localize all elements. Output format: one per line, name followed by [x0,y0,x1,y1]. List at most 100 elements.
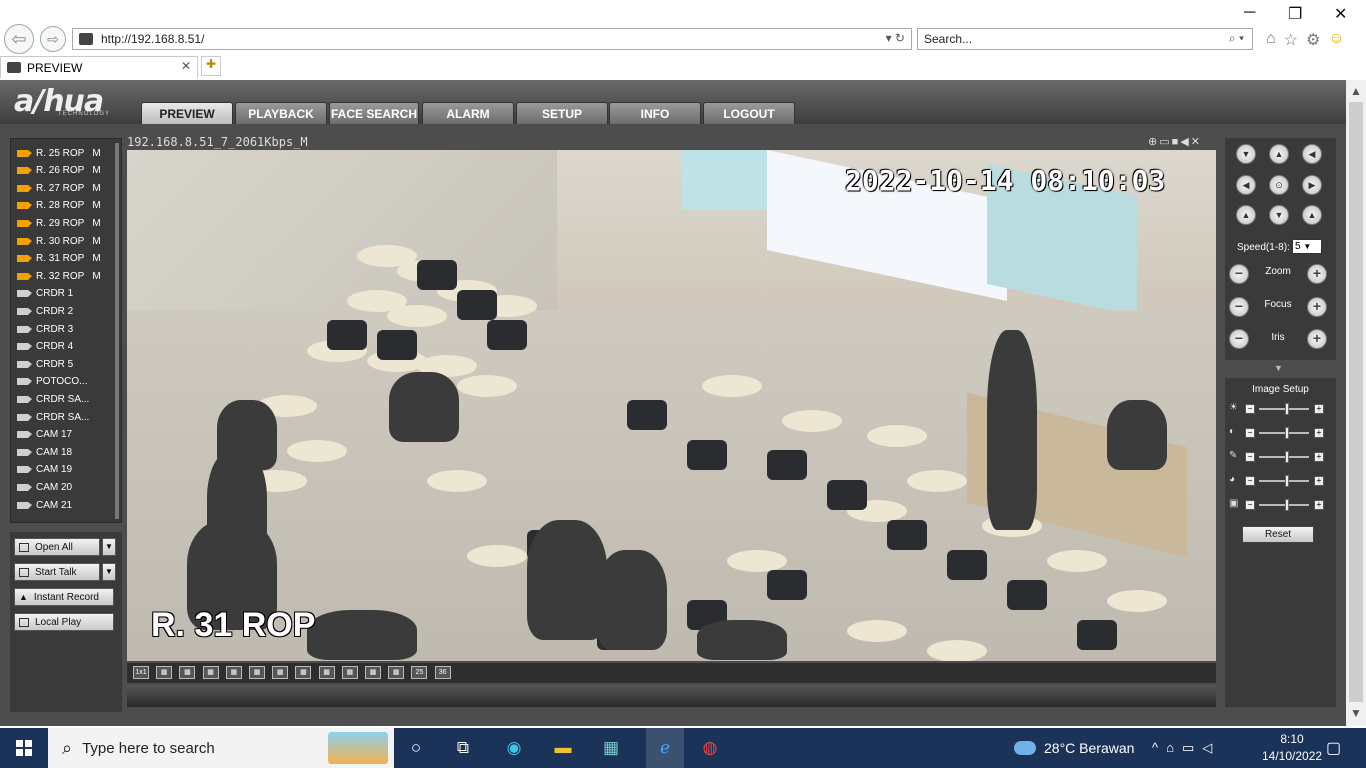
chrome-icon[interactable]: ◍ [698,736,722,760]
camera-item[interactable]: CRDR SA... [17,391,89,407]
ptz-up-right-button[interactable]: ◀ [1302,144,1322,164]
taskbar-clock[interactable]: 8:10 14/10/2022 [1262,731,1322,765]
slider-increase-button[interactable]: + [1314,476,1324,486]
edge-icon[interactable]: ◉ [502,736,526,760]
volume-icon[interactable]: ◁ [1202,740,1220,755]
layout-button[interactable]: ▦ [249,666,265,679]
camera-item[interactable]: R. 31 ROP M [17,251,101,267]
slider-increase-button[interactable]: + [1314,500,1324,510]
tab-face-search[interactable]: FACE SEARCH [329,102,419,124]
notification-icon[interactable]: ▢ [1326,738,1341,758]
close-window-button[interactable]: ✕ [1334,4,1347,24]
new-tab-button[interactable]: ✚ [201,56,221,76]
start-talk-dropdown[interactable]: ▼ [102,563,116,581]
camera-item[interactable]: R. 26 ROP M [17,163,101,179]
scrollbar-thumb[interactable] [1349,102,1363,702]
video-feed[interactable]: 2022-10-14 08:10:03 R. 31 ROP [127,150,1216,661]
ptz-auto-button[interactable]: ⊙ [1269,175,1289,195]
address-bar[interactable]: http://192.168.8.51/ ▾ ↻ [72,28,912,50]
image-slider[interactable]: ◕ − + [1229,474,1333,488]
restore-button[interactable]: ❐ [1288,4,1302,24]
settings-gear-icon[interactable]: ⚙ [1306,30,1320,50]
tab-setup[interactable]: SETUP [516,102,608,124]
ptz-down-left-button[interactable]: ▲ [1236,205,1256,225]
camera-item[interactable]: R. 25 ROP M [17,145,101,161]
taskbar-search-box[interactable]: ⌕ Type here to search [48,728,394,768]
favorites-star-icon[interactable]: ☆ [1284,30,1298,50]
camera-item[interactable]: R. 30 ROP M [17,233,101,249]
camera-item[interactable]: CRDR 5 [17,356,73,372]
camera-item[interactable]: CAM 19 [17,462,72,478]
store-icon[interactable]: ▦ [599,736,623,760]
slider-knob[interactable] [1284,403,1289,415]
open-all-button[interactable]: Open All [14,538,100,556]
slider-decrease-button[interactable]: − [1245,452,1255,462]
camera-item[interactable]: CRDR SA... [17,409,89,425]
capture-icon[interactable]: ▭ [1159,136,1171,148]
layout-button[interactable]: ▦ [156,666,173,679]
camera-item[interactable]: R. 27 ROP M [17,180,101,196]
ptz-left-button[interactable]: ◀ [1236,175,1256,195]
zoom-out-button[interactable]: − [1229,264,1249,284]
record-icon[interactable]: ■ [1172,136,1181,148]
image-slider[interactable]: ▣ − + [1229,498,1333,512]
browser-tab-preview[interactable]: PREVIEW ✕ [0,56,198,78]
internet-explorer-icon[interactable]: ℯ [646,728,684,768]
cortana-icon[interactable]: ○ [404,736,428,760]
layout-button[interactable]: 1x1 [133,666,149,679]
refresh-icon[interactable]: ▾ ↻ [886,31,905,45]
forward-button[interactable]: ⇨ [40,26,66,52]
focus-far-button[interactable]: + [1307,297,1327,317]
tab-info[interactable]: INFO [609,102,701,124]
slider-decrease-button[interactable]: − [1245,404,1255,414]
ptz-up-left-button[interactable]: ▼ [1236,144,1256,164]
slider-increase-button[interactable]: + [1314,452,1324,462]
layout-button[interactable]: ▦ [179,666,196,679]
browser-search-input[interactable]: Search... ⌕ ▾ [917,28,1253,50]
zoom-icon[interactable]: ⊕ [1148,136,1159,148]
ptz-down-right-button[interactable]: ▲ [1302,205,1322,225]
slider-increase-button[interactable]: + [1314,428,1324,438]
layout-button[interactable]: ▦ [272,666,289,679]
close-icon[interactable]: ✕ [1191,136,1202,148]
camera-item[interactable]: CRDR 2 [17,303,73,319]
search-icon[interactable]: ⌕ ▾ [1229,31,1244,46]
speed-select[interactable]: 5 ▼ [1292,239,1322,254]
iris-close-button[interactable]: − [1229,329,1249,349]
slider-decrease-button[interactable]: − [1245,428,1255,438]
start-button[interactable] [0,728,48,768]
ptz-collapse-icon[interactable]: ▼ [1274,363,1283,373]
tab-close-icon[interactable]: ✕ [181,59,191,73]
camera-item[interactable]: R. 29 ROP M [17,215,101,231]
scroll-down-icon[interactable]: ▼ [1350,706,1362,720]
ptz-down-button[interactable]: ▼ [1269,205,1289,225]
image-slider[interactable]: ◐ − + [1229,426,1333,440]
slider-knob[interactable] [1284,427,1289,439]
layout-button[interactable]: ▦ [295,666,312,679]
tab-logout[interactable]: LOGOUT [703,102,795,124]
image-slider[interactable]: ☀ − + [1229,402,1333,416]
camera-item[interactable]: CRDR 1 [17,286,73,302]
chevron-up-icon[interactable]: ^ [1152,740,1166,755]
smiley-feedback-icon[interactable]: ☺ [1328,30,1344,50]
local-play-button[interactable]: Local Play [14,613,114,631]
tab-alarm[interactable]: ALARM [422,102,514,124]
slider-decrease-button[interactable]: − [1245,476,1255,486]
start-talk-button[interactable]: Start Talk [14,563,100,581]
ptz-up-button[interactable]: ▲ [1269,144,1289,164]
page-scrollbar[interactable]: ▲ ▼ [1346,80,1366,726]
layout-button[interactable]: 36 [434,666,451,679]
image-slider[interactable]: ✎ − + [1229,450,1333,464]
camera-list-scrollbar[interactable] [115,143,119,519]
camera-item[interactable]: R. 32 ROP M [17,268,101,284]
slider-knob[interactable] [1284,475,1289,487]
camera-item[interactable]: POTOCO... [17,374,88,390]
slider-knob[interactable] [1284,499,1289,511]
network-icon[interactable]: ⌂ [1166,740,1182,755]
layout-button[interactable]: ▦ [341,666,358,679]
reset-button[interactable]: Reset [1242,526,1314,543]
slider-increase-button[interactable]: + [1314,404,1324,414]
minimize-button[interactable]: ─ [1244,4,1255,22]
layout-button[interactable]: ▦ [225,666,242,679]
layout-button[interactable]: ▦ [202,666,219,679]
